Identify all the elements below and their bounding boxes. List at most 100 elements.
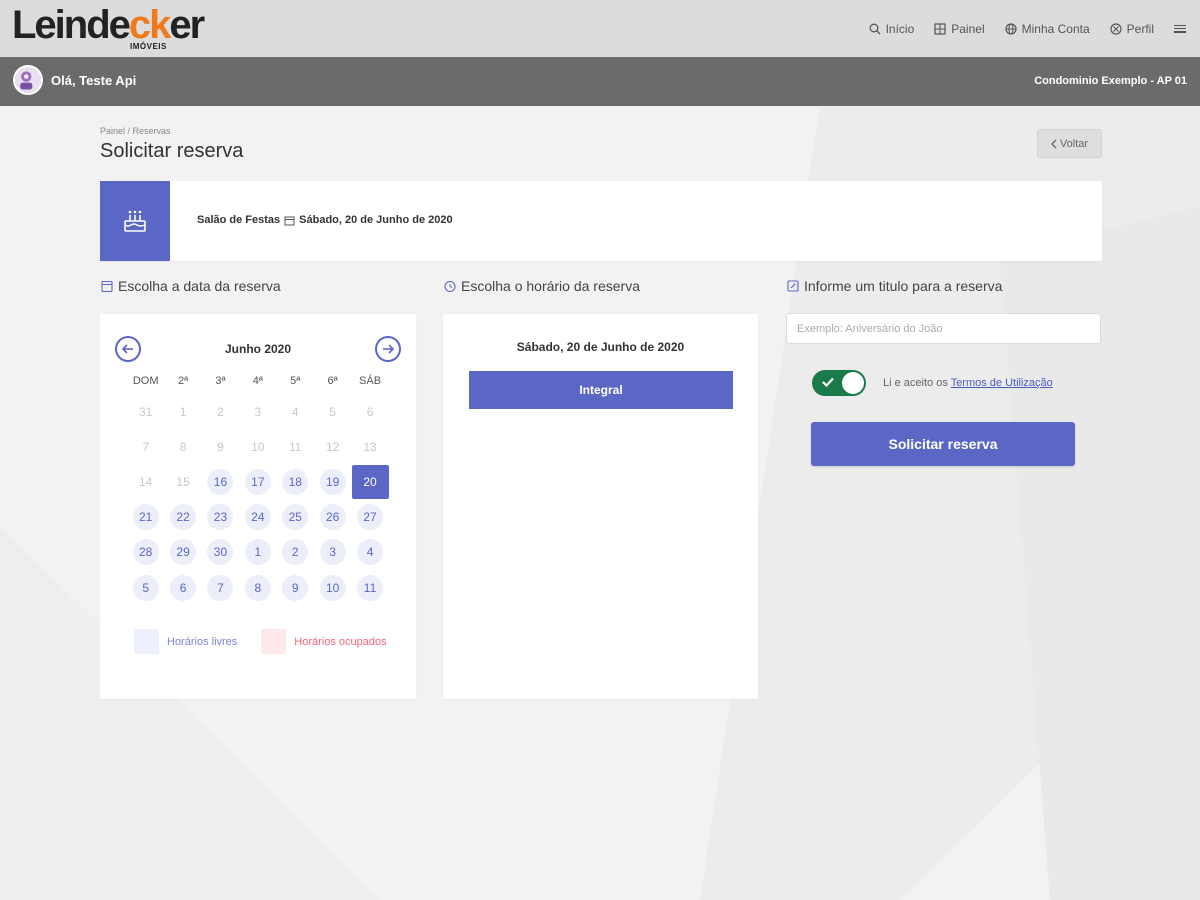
calendar-day-number: 6 [366, 404, 374, 419]
calendar-day[interactable]: 29 [164, 535, 201, 570]
reservation-title-input[interactable] [786, 313, 1101, 344]
toggle-knob [842, 372, 864, 394]
date-section-title: Escolha a data da reserva [100, 278, 281, 294]
nav-item-minha-conta[interactable]: Minha Conta [1005, 22, 1090, 36]
next-month-button[interactable] [375, 336, 401, 362]
nav-item-perfil[interactable]: Perfil [1110, 22, 1154, 36]
calendar-day-number: 1 [179, 404, 187, 419]
calendar-weekdays: DOM 2ª 3ª 4ª 5ª 6ª SÁB [127, 375, 389, 387]
submit-reservation-button[interactable]: Solicitar reserva [811, 422, 1075, 466]
weekday-label: 3ª [215, 375, 226, 387]
calendar-day-number: 12 [325, 439, 340, 454]
avatar[interactable] [13, 65, 43, 95]
calendar-day-number: 3 [254, 404, 262, 419]
calendar-day[interactable]: 8 [239, 570, 276, 605]
calendar-day[interactable]: 9 [277, 570, 314, 605]
nav-item-label: Painel [951, 21, 985, 36]
cake-icon [124, 210, 146, 232]
calendar-day[interactable]: 4 [351, 535, 388, 570]
calendar-day: 1 [164, 394, 201, 429]
back-button[interactable]: Voltar [1037, 129, 1102, 158]
calendar-day-number: 9 [282, 574, 309, 601]
calendar-day-number: 19 [319, 468, 346, 495]
terms-link[interactable]: Termos de Utilização [951, 377, 1053, 389]
resource-name: Salão de Festas [197, 214, 281, 226]
resource-date: Sábado, 20 de Junho de 2020 [299, 214, 453, 226]
terms-toggle[interactable] [812, 370, 866, 396]
top-header: Leindecker IMÓVEIS Início Painel Minha C… [0, 0, 1200, 57]
weekday-label: 2ª [177, 375, 189, 387]
resource-card: Salão de Festas Sábado, 20 de Junho de 2… [100, 181, 1102, 261]
alarm-clock-icon [444, 280, 456, 293]
grid-icon [934, 22, 946, 35]
legend-free-swatch [134, 629, 159, 654]
brand-subtitle: IMÓVEIS [130, 42, 167, 51]
calendar-day[interactable]: 25 [277, 500, 314, 535]
nav-item-label: Perfil [1126, 21, 1154, 36]
calendar-day[interactable]: 22 [164, 500, 201, 535]
calendar-day[interactable]: 21 [127, 500, 164, 535]
calendar-day[interactable]: 5 [127, 570, 164, 605]
calendar-day-number: 16 [207, 468, 234, 495]
hours-date: Sábado, 20 de Junho de 2020 [516, 340, 685, 354]
breadcrumb[interactable]: Painel / Reservas [100, 126, 171, 136]
calendar-day[interactable]: 6 [164, 570, 201, 605]
calendar-day-number: 8 [179, 439, 187, 454]
user-circle-icon [1110, 22, 1122, 35]
hamburger-menu-icon[interactable] [1174, 23, 1186, 35]
calendar-day[interactable]: 19 [314, 464, 351, 499]
weekday-label: 4ª [252, 375, 263, 387]
calendar-day-number: 4 [357, 539, 384, 566]
weekday-label: DOM [132, 375, 159, 387]
calendar-day-number: 30 [207, 539, 234, 566]
condo-name[interactable]: Condominio Exemplo - AP 01 [1034, 75, 1187, 87]
calendar-day: 2 [202, 394, 239, 429]
calendar-day: 7 [127, 429, 164, 464]
calendar-day: 4 [277, 394, 314, 429]
calendar-day: 11 [277, 429, 314, 464]
calendar-day-number: 3 [319, 539, 346, 566]
resource-icon-box [100, 181, 170, 261]
calendar-day[interactable]: 18 [277, 464, 314, 499]
time-slot-integral[interactable]: Integral [469, 371, 733, 409]
calendar-day-number: 21 [132, 504, 159, 531]
brand-logo[interactable]: Leindecker IMÓVEIS [12, 4, 222, 54]
calendar-day-number: 23 [207, 504, 234, 531]
calendar-day-number: 25 [282, 504, 309, 531]
calendar-day-selected[interactable]: 20 [351, 464, 389, 499]
calendar-day[interactable]: 26 [314, 500, 351, 535]
hours-panel: Sábado, 20 de Junho de 2020 Integral [443, 314, 758, 699]
weekday-label: 6ª [327, 375, 338, 387]
calendar-day[interactable]: 11 [351, 570, 388, 605]
calendar-day[interactable]: 30 [202, 535, 239, 570]
calendar-day[interactable]: 17 [239, 464, 276, 499]
calendar-icon [101, 280, 113, 293]
calendar-day[interactable]: 27 [351, 500, 388, 535]
calendar-day: 15 [164, 464, 201, 499]
calendar-month: Junho 2020 [224, 342, 292, 356]
calendar-day[interactable]: 16 [202, 464, 239, 499]
calendar-day[interactable]: 23 [202, 500, 239, 535]
calendar-day[interactable]: 1 [239, 535, 276, 570]
calendar-day: 14 [127, 464, 164, 499]
nav-item-painel[interactable]: Painel [934, 21, 985, 36]
nav-item-inicio[interactable]: Início [869, 22, 914, 36]
calendar-day-number: 2 [217, 404, 224, 419]
calendar-day-number: 20 [351, 464, 389, 499]
check-icon [822, 377, 834, 388]
calendar-day[interactable]: 2 [277, 535, 314, 570]
calendar-day[interactable]: 28 [127, 535, 164, 570]
calendar-day[interactable]: 3 [314, 535, 351, 570]
calendar-day-number: 4 [291, 404, 299, 419]
calendar-day-number: 5 [329, 404, 336, 419]
calendar-day[interactable]: 24 [239, 500, 276, 535]
calendar-day-number: 14 [139, 474, 153, 489]
calendar-grid: 31 1 2 3 4 5 6 7 8 9 10 11 12 13 14 15 16 17 18 19 20 21 22 23 2… [127, 394, 389, 605]
calendar-day-number: 15 [176, 474, 190, 489]
name-section-title: Informe um titulo para a reserva [786, 278, 1002, 294]
main-content: Painel / Reservas Solicitar reserva Volt… [0, 106, 1200, 900]
legend-free-label: Horários livres [167, 635, 238, 648]
calendar-day[interactable]: 10 [314, 570, 351, 605]
calendar-day[interactable]: 7 [202, 570, 239, 605]
page-title: Solicitar reserva [100, 140, 244, 162]
